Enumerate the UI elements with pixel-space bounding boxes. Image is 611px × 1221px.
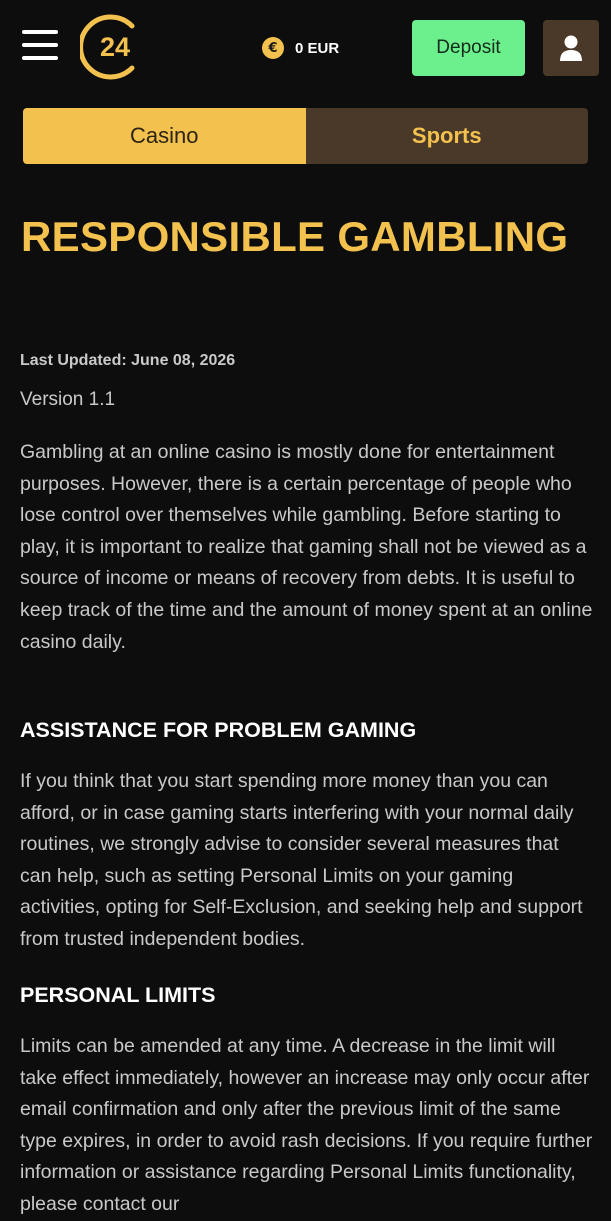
problem-gaming-paragraph: If you think that you start spending mor…: [20, 770, 583, 950]
section-heading-personal-limits: PERSONAL LIMITS: [20, 983, 216, 1007]
balance-amount: 0 EUR: [295, 39, 340, 57]
version-text: Version 1.1: [20, 389, 116, 410]
tab-casino-label: Casino: [130, 123, 199, 148]
logo-text: 24: [100, 32, 130, 62]
logo-icon: 24: [78, 14, 135, 80]
user-icon: [560, 35, 582, 61]
balance-display[interactable]: € 0 EUR: [262, 36, 339, 60]
site-logo[interactable]: 24: [78, 12, 146, 82]
section-heading-problem-gaming: ASSISTANCE FOR PROBLEM GAMING: [20, 718, 417, 742]
product-tabs: Casino Sports: [23, 108, 588, 164]
user-account-button[interactable]: [543, 20, 599, 76]
tab-sports[interactable]: Sports: [305, 108, 588, 164]
last-updated-text: Last Updated: June 08, 2026: [20, 352, 236, 369]
top-header: 24 € 0 EUR Deposit: [0, 0, 611, 95]
deposit-button-label: Deposit: [436, 37, 501, 58]
deposit-button[interactable]: Deposit: [412, 20, 525, 76]
personal-limits-paragraph: Limits can be amended at any time. A dec…: [20, 1035, 593, 1215]
tab-casino[interactable]: Casino: [23, 108, 306, 164]
tab-sports-label: Sports: [411, 123, 482, 148]
intro-paragraph: Gambling at an online casino is mostly d…: [20, 441, 593, 653]
euro-coin-icon: €: [262, 37, 284, 59]
hamburger-menu-icon[interactable]: [22, 30, 58, 60]
page-title: RESPONSIBLE GAMBLING: [21, 213, 569, 260]
